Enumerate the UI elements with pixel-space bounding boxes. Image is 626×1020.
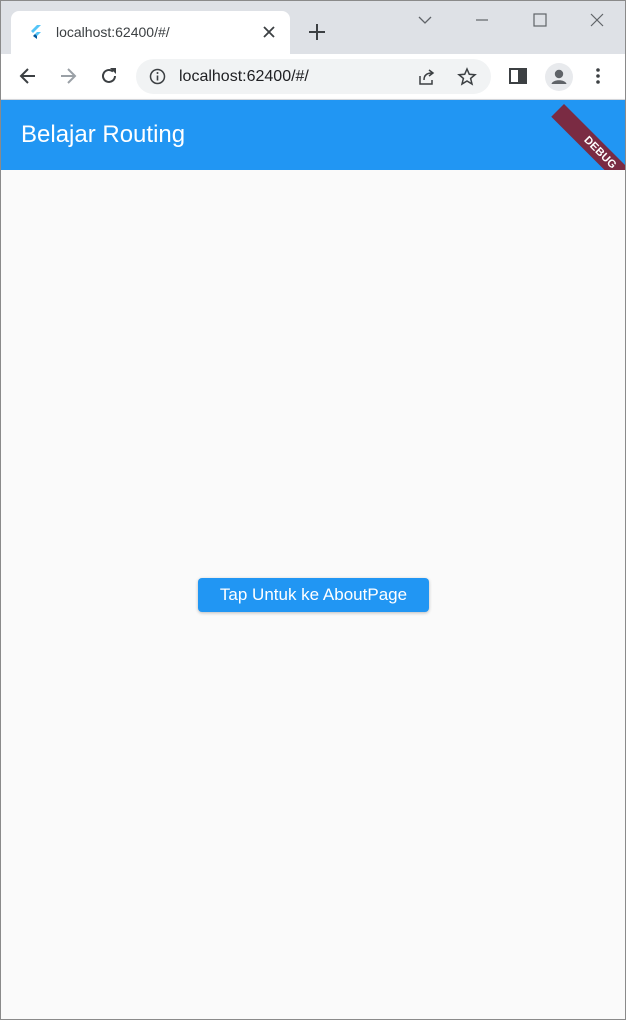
about-page-button[interactable]: Tap Untuk ke AboutPage	[198, 578, 429, 612]
page-title: Belajar Routing	[21, 121, 186, 148]
new-tab-icon[interactable]	[305, 20, 329, 44]
profile-icon[interactable]	[545, 63, 573, 91]
browser-tab[interactable]: localhost:62400/#/	[11, 11, 290, 54]
page-body: Tap Untuk ke AboutPage	[0, 170, 626, 1020]
tab-strip: localhost:62400/#/	[0, 0, 626, 54]
maximize-icon[interactable]	[530, 10, 550, 30]
app-bar: Belajar Routing DEBUG	[0, 100, 626, 170]
menu-icon[interactable]	[587, 65, 609, 87]
reload-icon[interactable]	[98, 65, 120, 87]
forward-icon[interactable]	[57, 65, 79, 87]
url-text[interactable]: localhost:62400/#/	[179, 68, 309, 86]
tab-search-icon[interactable]	[415, 10, 435, 30]
side-panel-icon[interactable]	[507, 65, 529, 87]
minimize-icon[interactable]	[472, 10, 492, 30]
close-window-icon[interactable]	[587, 10, 607, 30]
debug-banner: DEBUG	[551, 104, 626, 170]
flutter-icon	[31, 25, 41, 39]
share-icon[interactable]	[417, 67, 437, 87]
info-icon[interactable]	[149, 68, 166, 85]
address-bar[interactable]: localhost:62400/#/	[136, 59, 491, 94]
star-icon[interactable]	[457, 67, 477, 87]
back-icon[interactable]	[17, 65, 39, 87]
browser-toolbar: localhost:62400/#/	[0, 54, 626, 100]
tab-title: localhost:62400/#/	[56, 24, 170, 40]
close-tab-icon[interactable]	[260, 23, 278, 41]
